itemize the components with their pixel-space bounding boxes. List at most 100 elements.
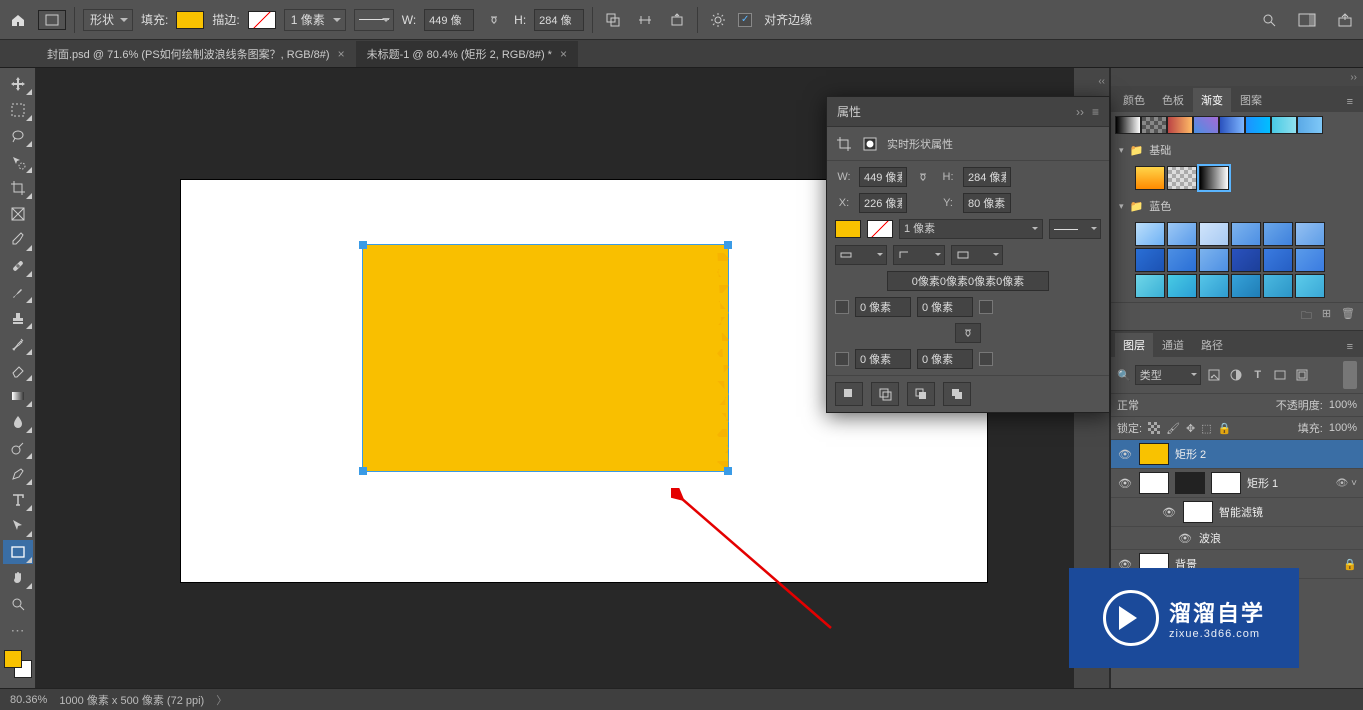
collapse-icon[interactable]: ‹‹ bbox=[1074, 74, 1109, 88]
crop-tool[interactable] bbox=[3, 176, 33, 200]
layer-row[interactable]: 👁波浪 bbox=[1111, 527, 1363, 550]
tab-paths[interactable]: 路径 bbox=[1193, 333, 1231, 357]
filter-pixel-icon[interactable] bbox=[1205, 366, 1223, 384]
blur-tool[interactable] bbox=[3, 410, 33, 434]
layer-row[interactable]: 👁矩形 2 bbox=[1111, 440, 1363, 469]
filter-type-icon[interactable]: T bbox=[1249, 366, 1267, 384]
heal-tool[interactable] bbox=[3, 254, 33, 278]
visibility-icon[interactable]: 👁 bbox=[1117, 448, 1133, 461]
hand-tool[interactable] bbox=[3, 566, 33, 590]
gradient-swatch[interactable] bbox=[1199, 248, 1229, 272]
gradient-preset[interactable] bbox=[1219, 116, 1245, 134]
visibility-icon[interactable]: 👁 bbox=[1161, 506, 1177, 519]
gradient-preset[interactable] bbox=[1115, 116, 1141, 134]
gradient-swatch[interactable] bbox=[1135, 166, 1165, 190]
lasso-tool[interactable] bbox=[3, 124, 33, 148]
path-select-tool[interactable] bbox=[3, 514, 33, 538]
status-chevron-icon[interactable]: 〉 bbox=[216, 692, 227, 708]
gradient-swatch[interactable] bbox=[1231, 274, 1261, 298]
move-tool[interactable] bbox=[3, 72, 33, 96]
prop-h-input[interactable] bbox=[963, 167, 1011, 187]
filter-toggle[interactable] bbox=[1343, 361, 1357, 389]
gradient-swatch[interactable] bbox=[1263, 222, 1293, 246]
align-dd[interactable] bbox=[951, 245, 1003, 265]
selected-shape[interactable] bbox=[362, 244, 729, 472]
quick-select-tool[interactable] bbox=[3, 150, 33, 174]
folder-blue[interactable]: ▾ 📁 蓝色 bbox=[1111, 194, 1363, 218]
edit-toolbar[interactable]: ⋯ bbox=[3, 618, 33, 642]
fx-icon[interactable]: 👁 ˅ bbox=[1336, 478, 1357, 489]
history-brush-tool[interactable] bbox=[3, 332, 33, 356]
doc-tab-0[interactable]: 封面.psd @ 71.6% (PS如何绘制波浪线条图案？, RGB/8#) × bbox=[36, 41, 356, 67]
gradient-swatch[interactable] bbox=[1231, 248, 1261, 272]
gradient-swatch[interactable] bbox=[1199, 274, 1229, 298]
collapse-icon[interactable]: ›› bbox=[1076, 105, 1084, 119]
prop-w-input[interactable] bbox=[859, 167, 907, 187]
panel-menu-icon[interactable]: ≡ bbox=[1341, 92, 1359, 112]
gradient-tool[interactable] bbox=[3, 384, 33, 408]
brush-tool[interactable] bbox=[3, 280, 33, 304]
lock-trans-icon[interactable] bbox=[1148, 422, 1160, 434]
prop-y-input[interactable] bbox=[963, 193, 1011, 213]
eyedropper-tool[interactable] bbox=[3, 228, 33, 252]
gradient-swatch[interactable] bbox=[1199, 166, 1229, 190]
gradient-swatch[interactable] bbox=[1135, 274, 1165, 298]
dodge-tool[interactable] bbox=[3, 436, 33, 460]
stroke-swatch[interactable] bbox=[248, 11, 276, 29]
path-ops-icon[interactable] bbox=[601, 8, 625, 32]
gradient-swatch[interactable] bbox=[1199, 222, 1229, 246]
stroke-width-dd[interactable]: 1 像素 bbox=[284, 9, 346, 31]
zoom-tool[interactable] bbox=[3, 592, 33, 616]
arrange-icon[interactable] bbox=[665, 8, 689, 32]
align-edges-check[interactable] bbox=[738, 13, 752, 27]
prop-stroke-style-dd[interactable] bbox=[1049, 219, 1101, 239]
tab-layers[interactable]: 图层 bbox=[1115, 333, 1153, 357]
gradient-swatch[interactable] bbox=[1231, 222, 1261, 246]
corner-bl-chk[interactable] bbox=[835, 352, 849, 366]
share-icon[interactable] bbox=[1333, 8, 1357, 32]
corner-dd[interactable] bbox=[893, 245, 945, 265]
type-tool[interactable] bbox=[3, 488, 33, 512]
new-item-icon[interactable]: ⊞ bbox=[1322, 307, 1331, 326]
filter-adj-icon[interactable] bbox=[1227, 366, 1245, 384]
filter-smart-icon[interactable] bbox=[1293, 366, 1311, 384]
lock-artboard-icon[interactable]: ⬚ bbox=[1201, 422, 1211, 435]
prop-x-input[interactable] bbox=[859, 193, 907, 213]
gradient-swatch[interactable] bbox=[1295, 274, 1325, 298]
stroke-style-dd[interactable] bbox=[354, 9, 394, 31]
gradient-swatch[interactable] bbox=[1167, 222, 1197, 246]
eraser-tool[interactable] bbox=[3, 358, 33, 382]
home-icon[interactable] bbox=[6, 8, 30, 32]
new-folder-icon[interactable]: 🗀 bbox=[1301, 307, 1312, 326]
gradient-swatch[interactable] bbox=[1167, 166, 1197, 190]
doc-tab-1[interactable]: 未标题-1 @ 80.4% (矩形 2, RGB/8#) * × bbox=[356, 41, 578, 67]
gradient-preset[interactable] bbox=[1271, 116, 1297, 134]
gradient-swatch[interactable] bbox=[1295, 248, 1325, 272]
panel-menu-icon[interactable]: ≡ bbox=[1092, 105, 1099, 119]
gradient-preset[interactable] bbox=[1193, 116, 1219, 134]
width-input[interactable] bbox=[424, 9, 474, 31]
fill-swatch[interactable] bbox=[176, 11, 204, 29]
gradient-swatch[interactable] bbox=[1135, 222, 1165, 246]
corners-summary[interactable] bbox=[887, 271, 1049, 291]
tool-preset-dd[interactable] bbox=[38, 10, 66, 30]
align-icon[interactable] bbox=[633, 8, 657, 32]
folder-basic[interactable]: ▾ 📁 基础 bbox=[1111, 138, 1363, 162]
marquee-tool[interactable] bbox=[3, 98, 33, 122]
cap-dd[interactable] bbox=[835, 245, 887, 265]
panel-menu-icon[interactable]: ≡ bbox=[1341, 337, 1359, 357]
prop-stroke-swatch[interactable] bbox=[867, 220, 893, 238]
gradient-preset[interactable] bbox=[1245, 116, 1271, 134]
color-swatches[interactable] bbox=[4, 650, 32, 678]
gradient-swatch[interactable] bbox=[1167, 274, 1197, 298]
prop-fill-swatch[interactable] bbox=[835, 220, 861, 238]
tab-gradients[interactable]: 渐变 bbox=[1193, 88, 1231, 112]
gradient-swatch[interactable] bbox=[1135, 248, 1165, 272]
corner-bl-input[interactable] bbox=[855, 349, 911, 369]
corner-tl-chk[interactable] bbox=[835, 300, 849, 314]
visibility-icon[interactable]: 👁 bbox=[1117, 477, 1133, 490]
search-icon[interactable] bbox=[1257, 8, 1281, 32]
corner-tr-chk[interactable] bbox=[979, 300, 993, 314]
link-wh-icon[interactable] bbox=[482, 8, 506, 32]
pen-tool[interactable] bbox=[3, 462, 33, 486]
